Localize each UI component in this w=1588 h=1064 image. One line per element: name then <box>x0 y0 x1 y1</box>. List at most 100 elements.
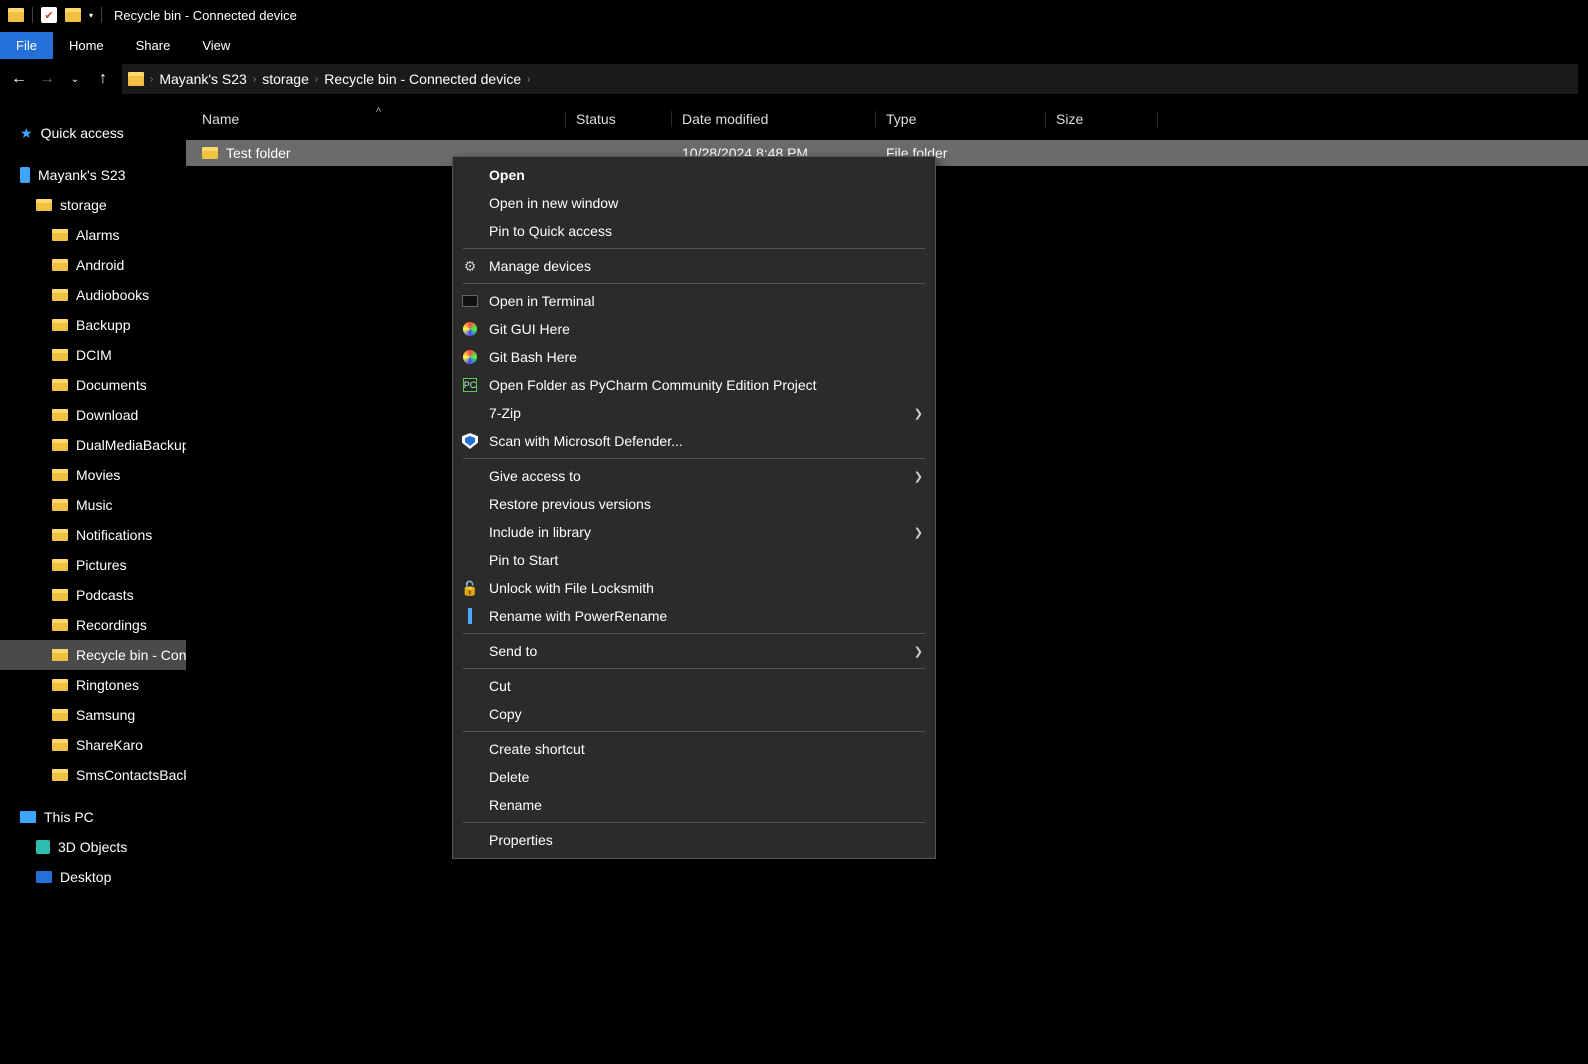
tree-desktop[interactable]: Desktop <box>0 862 186 892</box>
tree-folder[interactable]: Ringtones <box>0 670 186 700</box>
cm-cut[interactable]: Cut <box>453 672 935 700</box>
cm-pin-quick-access[interactable]: Pin to Quick access <box>453 217 935 245</box>
cm-pycharm[interactable]: PCOpen Folder as PyCharm Community Editi… <box>453 371 935 399</box>
sidebar-tree: ★Quick access Mayank's S23 storage Alarm… <box>0 98 186 1064</box>
tab-home[interactable]: Home <box>53 32 120 59</box>
cm-restore-versions[interactable]: Restore previous versions <box>453 490 935 518</box>
cm-create-shortcut[interactable]: Create shortcut <box>453 735 935 763</box>
shield-icon <box>461 432 479 450</box>
address-bar-row: ← → ⌄ ↑ › Mayank's S23 › storage › Recyc… <box>0 60 1588 98</box>
separator <box>463 248 925 249</box>
cm-rename[interactable]: Rename <box>453 791 935 819</box>
cm-open-new-window[interactable]: Open in new window <box>453 189 935 217</box>
tree-folder[interactable]: Podcasts <box>0 580 186 610</box>
folder-icon <box>52 469 68 481</box>
cm-git-gui[interactable]: Git GUI Here <box>453 315 935 343</box>
folder-icon <box>52 439 68 451</box>
tab-view[interactable]: View <box>186 32 246 59</box>
tree-folder[interactable]: Documents <box>0 370 186 400</box>
cm-unlock-locksmith[interactable]: 🔓Unlock with File Locksmith <box>453 574 935 602</box>
cm-git-bash[interactable]: Git Bash Here <box>453 343 935 371</box>
cube-icon <box>36 840 50 854</box>
cm-open[interactable]: Open <box>453 161 935 189</box>
tree-folder[interactable]: Audiobooks <box>0 280 186 310</box>
cm-pin-start[interactable]: Pin to Start <box>453 546 935 574</box>
column-status[interactable]: Status <box>566 111 672 127</box>
chevron-right-icon[interactable]: › <box>253 74 256 85</box>
tree-folder[interactable]: Notifications <box>0 520 186 550</box>
tab-file[interactable]: File <box>0 32 53 59</box>
breadcrumb-item[interactable]: Recycle bin - Connected device <box>324 71 521 87</box>
up-button[interactable]: ↑ <box>94 70 112 88</box>
tree-folder[interactable]: Samsung <box>0 700 186 730</box>
folder-icon <box>202 147 218 159</box>
tree-folder[interactable]: Recordings <box>0 610 186 640</box>
tree-folder-selected[interactable]: Recycle bin - Connected device <box>0 640 186 670</box>
separator <box>463 731 925 732</box>
tab-share[interactable]: Share <box>120 32 187 59</box>
git-icon <box>461 348 479 366</box>
tree-3d-objects[interactable]: 3D Objects <box>0 832 186 862</box>
folder-icon <box>52 499 68 511</box>
folder-icon <box>52 649 68 661</box>
breadcrumb-item[interactable]: storage <box>262 71 309 87</box>
breadcrumb-item[interactable]: Mayank's S23 <box>159 71 247 87</box>
separator <box>463 458 925 459</box>
git-icon <box>461 320 479 338</box>
column-type[interactable]: Type <box>876 111 1046 127</box>
cm-include-library[interactable]: Include in library❯ <box>453 518 935 546</box>
column-size[interactable]: Size <box>1046 111 1158 127</box>
tree-folder[interactable]: SmsContactsBackup <box>0 760 186 790</box>
separator <box>463 283 925 284</box>
cm-copy[interactable]: Copy <box>453 700 935 728</box>
tree-this-pc[interactable]: This PC <box>0 802 186 832</box>
recent-dropdown-icon[interactable]: ⌄ <box>66 70 84 88</box>
cm-give-access[interactable]: Give access to❯ <box>453 462 935 490</box>
qat-dropdown-icon[interactable]: ▾ <box>89 11 93 20</box>
column-date-modified[interactable]: Date modified <box>672 111 876 127</box>
folder-icon <box>52 739 68 751</box>
desktop-icon <box>36 871 52 883</box>
cm-properties[interactable]: Properties <box>453 826 935 854</box>
window-title: Recycle bin - Connected device <box>114 8 297 23</box>
properties-icon[interactable]: ✔ <box>41 7 57 23</box>
address-bar[interactable]: › Mayank's S23 › storage › Recycle bin -… <box>122 64 1578 94</box>
chevron-right-icon[interactable]: › <box>150 74 153 85</box>
cm-7zip[interactable]: 7-Zip❯ <box>453 399 935 427</box>
cm-defender[interactable]: Scan with Microsoft Defender... <box>453 427 935 455</box>
cm-delete[interactable]: Delete <box>453 763 935 791</box>
chevron-right-icon[interactable]: › <box>527 74 530 85</box>
lock-icon: 🔓 <box>461 579 479 597</box>
tree-folder[interactable]: Download <box>0 400 186 430</box>
file-name: Test folder <box>226 145 291 161</box>
tree-storage[interactable]: storage <box>0 190 186 220</box>
cm-manage-devices[interactable]: ⚙Manage devices <box>453 252 935 280</box>
tree-folder[interactable]: Alarms <box>0 220 186 250</box>
separator <box>463 822 925 823</box>
folder-icon <box>52 379 68 391</box>
forward-button[interactable]: → <box>38 70 56 88</box>
pycharm-icon: PC <box>461 376 479 394</box>
tree-folder[interactable]: Movies <box>0 460 186 490</box>
separator <box>463 633 925 634</box>
folder-icon <box>52 529 68 541</box>
cm-send-to[interactable]: Send to❯ <box>453 637 935 665</box>
tree-folder[interactable]: ShareKaro <box>0 730 186 760</box>
chevron-right-icon: ❯ <box>914 645 923 658</box>
tree-device[interactable]: Mayank's S23 <box>0 160 186 190</box>
chevron-right-icon[interactable]: › <box>315 74 318 85</box>
terminal-icon <box>461 292 479 310</box>
cm-power-rename[interactable]: Rename with PowerRename <box>453 602 935 630</box>
column-name[interactable]: Name˄ <box>192 111 566 127</box>
folder-icon <box>52 559 68 571</box>
cm-open-terminal[interactable]: Open in Terminal <box>453 287 935 315</box>
tree-folder[interactable]: DualMediaBackup <box>0 430 186 460</box>
tree-quick-access[interactable]: ★Quick access <box>0 118 186 148</box>
tree-folder[interactable]: Android <box>0 250 186 280</box>
back-button[interactable]: ← <box>10 70 28 88</box>
tree-folder[interactable]: Pictures <box>0 550 186 580</box>
tree-folder[interactable]: DCIM <box>0 340 186 370</box>
tree-folder[interactable]: Music <box>0 490 186 520</box>
column-headers: Name˄ Status Date modified Type Size <box>186 98 1588 140</box>
tree-folder[interactable]: Backupp <box>0 310 186 340</box>
